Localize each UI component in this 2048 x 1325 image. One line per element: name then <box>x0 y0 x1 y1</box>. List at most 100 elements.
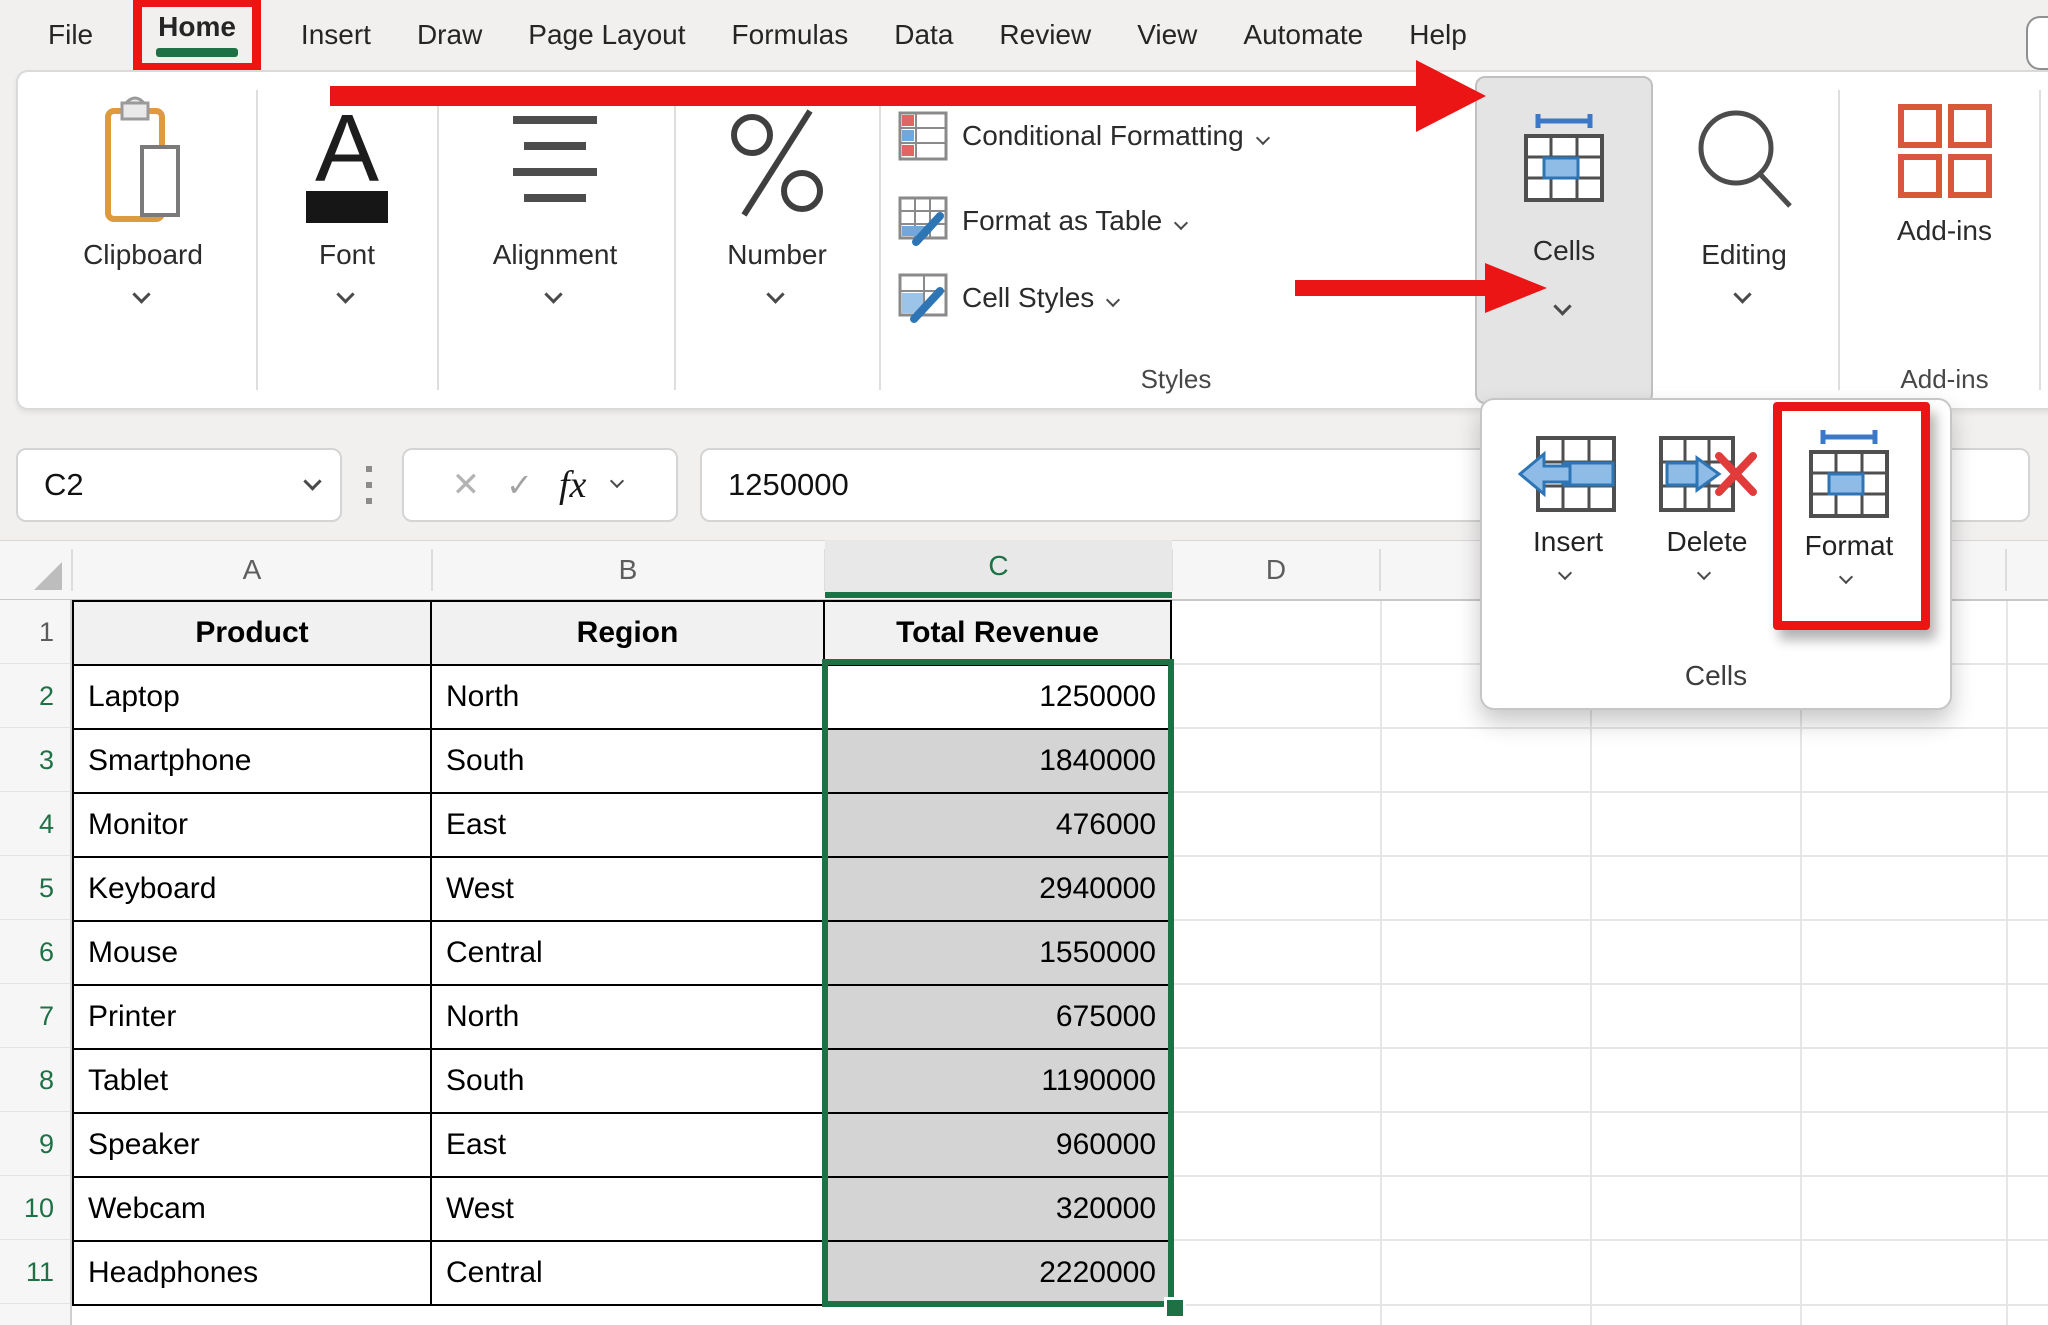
cell-c8[interactable]: 1190000 <box>825 1050 1170 1112</box>
chevron-down-icon <box>1699 568 1715 580</box>
cell-b3[interactable]: South <box>432 730 823 792</box>
cell-a6[interactable]: Mouse <box>74 922 430 984</box>
cell-a7[interactable]: Printer <box>74 986 430 1048</box>
header-separator <box>431 549 433 591</box>
row-header-3[interactable]: 3 <box>0 728 70 792</box>
cell-a5[interactable]: Keyboard <box>74 858 430 920</box>
delete-button[interactable]: Delete <box>1643 430 1771 580</box>
active-tab-underline <box>156 48 238 57</box>
cell-c4[interactable]: 476000 <box>825 794 1170 856</box>
ribbon-group-clipboard[interactable]: Clipboard <box>74 92 212 300</box>
name-box[interactable]: C2 <box>16 448 342 522</box>
window-control-partial[interactable] <box>2026 16 2048 70</box>
tab-page-layout[interactable]: Page Layout <box>528 19 685 51</box>
cell-c1[interactable]: Total Revenue <box>825 602 1170 664</box>
row-header-5[interactable]: 5 <box>0 856 70 920</box>
ribbon-group-alignment[interactable]: Alignment <box>486 92 624 300</box>
annotation-arrow-to-cells <box>330 86 1416 106</box>
cell-b5[interactable]: West <box>432 858 823 920</box>
cell-b4[interactable]: East <box>432 794 823 856</box>
tab-insert[interactable]: Insert <box>301 19 371 51</box>
cell-b6[interactable]: Central <box>432 922 823 984</box>
cell-a9[interactable]: Speaker <box>74 1114 430 1176</box>
cell-a1[interactable]: Product <box>74 602 430 664</box>
chevron-down-icon <box>1736 288 1752 300</box>
fill-handle[interactable] <box>1164 1297 1186 1319</box>
tab-automate[interactable]: Automate <box>1243 19 1363 51</box>
tab-draw[interactable]: Draw <box>417 19 482 51</box>
row-header-9[interactable]: 9 <box>0 1112 70 1176</box>
alignment-label: Alignment <box>493 238 618 272</box>
ribbon-group-editing[interactable]: Editing <box>1674 92 1814 300</box>
tab-review[interactable]: Review <box>999 19 1091 51</box>
row-header-12[interactable]: 12 <box>0 1304 70 1325</box>
cell-b11[interactable]: Central <box>432 1242 823 1304</box>
row-header-8[interactable]: 8 <box>0 1048 70 1112</box>
tab-formulas[interactable]: Formulas <box>732 19 849 51</box>
gridline <box>1172 1111 2048 1113</box>
gridline <box>1172 727 2048 729</box>
cell-a4[interactable]: Monitor <box>74 794 430 856</box>
cell-c10[interactable]: 320000 <box>825 1178 1170 1240</box>
tab-help[interactable]: Help <box>1409 19 1467 51</box>
name-box-value: C2 <box>18 467 306 503</box>
tab-data[interactable]: Data <box>894 19 953 51</box>
ribbon-group-addins[interactable]: Add-ins <box>1872 92 2017 248</box>
format-as-table-icon <box>898 196 948 246</box>
chevron-down-icon <box>1560 568 1576 580</box>
cells-group-button[interactable]: Cells <box>1475 76 1653 404</box>
cell-c7[interactable]: 675000 <box>825 986 1170 1048</box>
cell-a10[interactable]: Webcam <box>74 1178 430 1240</box>
format-as-table-button[interactable]: Format as Table <box>898 190 1192 252</box>
cell-c2-active[interactable]: 1250000 <box>825 666 1170 728</box>
ribbon-group-number[interactable]: Number <box>708 92 846 300</box>
row-header-11[interactable]: 11 <box>0 1240 70 1304</box>
cancel-icon[interactable]: ✕ <box>452 465 481 505</box>
row-header-6[interactable]: 6 <box>0 920 70 984</box>
chevron-down-icon <box>135 288 151 300</box>
cell-c11[interactable]: 2220000 <box>825 1242 1170 1304</box>
row-header-2[interactable]: 2 <box>0 664 70 728</box>
cell-b2[interactable]: North <box>432 666 823 728</box>
cell-a3[interactable]: Smartphone <box>74 730 430 792</box>
group-separator <box>879 90 881 390</box>
row-header-10[interactable]: 10 <box>0 1176 70 1240</box>
enter-icon[interactable]: ✓ <box>506 466 533 504</box>
row-header-7[interactable]: 7 <box>0 984 70 1048</box>
cell-b1[interactable]: Region <box>432 602 823 664</box>
cell-styles-button[interactable]: Cell Styles <box>898 267 1124 329</box>
ribbon-group-font[interactable]: A Font <box>278 92 416 300</box>
cell-c6[interactable]: 1550000 <box>825 922 1170 984</box>
insert-button[interactable]: Insert <box>1504 430 1632 580</box>
tab-view[interactable]: View <box>1137 19 1197 51</box>
gridline <box>1172 919 2048 921</box>
format-as-table-label: Format as Table <box>962 205 1162 237</box>
select-all-corner[interactable] <box>34 562 62 590</box>
conditional-formatting-label: Conditional Formatting <box>962 120 1244 152</box>
column-header-b[interactable]: B <box>586 541 670 599</box>
cell-a2[interactable]: Laptop <box>74 666 430 728</box>
column-header-d[interactable]: D <box>1234 541 1318 599</box>
cell-b10[interactable]: West <box>432 1178 823 1240</box>
row-header-1[interactable]: 1 <box>0 600 70 664</box>
cell-c3[interactable]: 1840000 <box>825 730 1170 792</box>
row-header-4[interactable]: 4 <box>0 792 70 856</box>
formula-controls: ✕ ✓ fx <box>402 448 678 522</box>
cell-b7[interactable]: North <box>432 986 823 1048</box>
column-header-a[interactable]: A <box>210 541 294 599</box>
cell-a8[interactable]: Tablet <box>74 1050 430 1112</box>
tab-home[interactable]: Home <box>158 11 236 42</box>
styles-group-caption: Styles <box>879 363 1473 395</box>
cell-a11[interactable]: Headphones <box>74 1242 430 1304</box>
cells-icon <box>1477 90 1651 230</box>
insert-function-button[interactable]: fx <box>559 463 586 507</box>
cell-c9[interactable]: 960000 <box>825 1114 1170 1176</box>
gridline <box>2006 600 2008 1325</box>
magnifier-icon <box>1688 92 1800 234</box>
column-header-c-selected[interactable]: C <box>825 540 1172 598</box>
cell-b8[interactable]: South <box>432 1050 823 1112</box>
conditional-formatting-button[interactable]: Conditional Formatting <box>898 105 1274 167</box>
tab-file[interactable]: File <box>48 19 93 51</box>
cell-b9[interactable]: East <box>432 1114 823 1176</box>
cell-c5[interactable]: 2940000 <box>825 858 1170 920</box>
